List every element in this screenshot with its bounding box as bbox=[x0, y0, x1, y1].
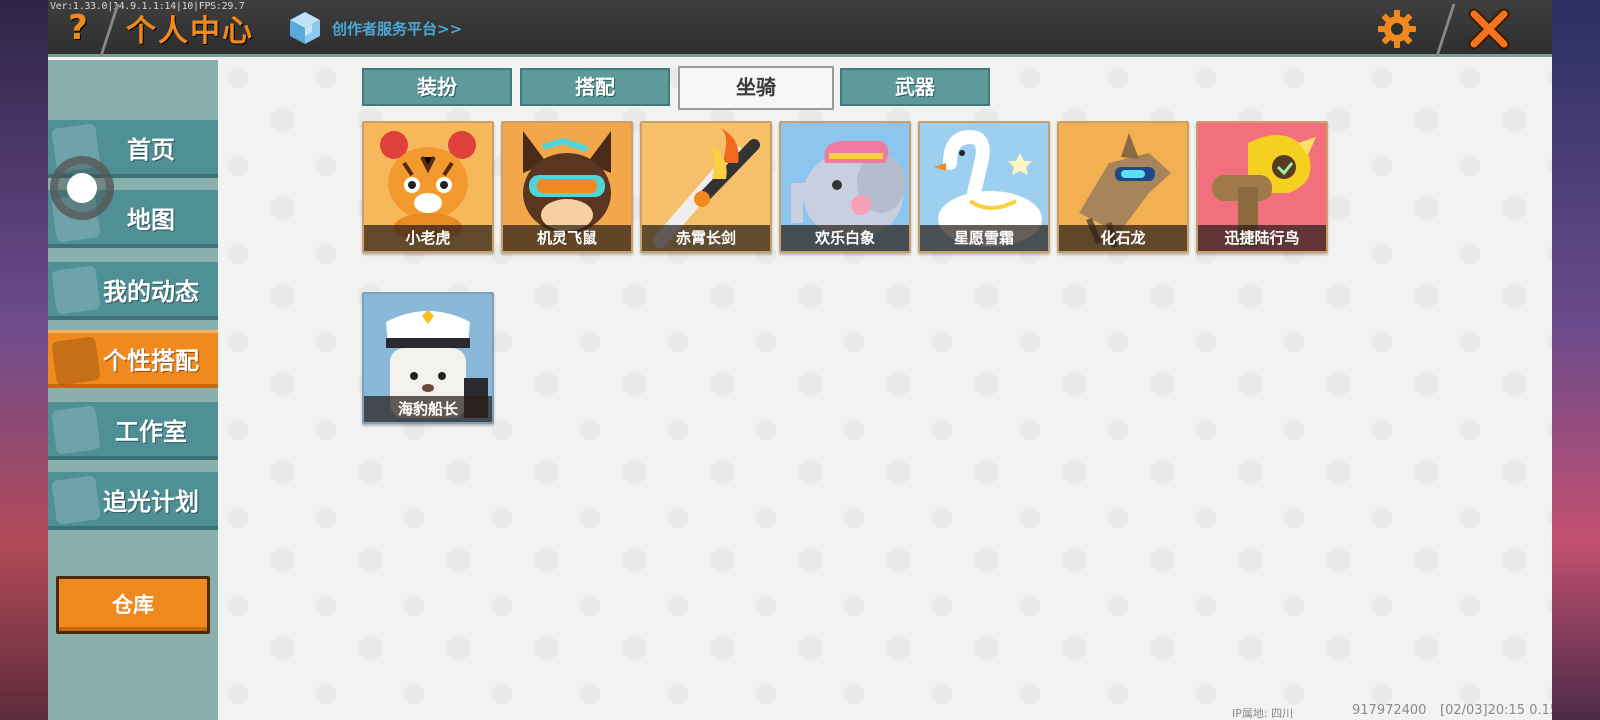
sidebar-item-label: 我的动态 bbox=[103, 277, 199, 306]
tab-weapon[interactable]: 武器 bbox=[840, 68, 990, 106]
background-right bbox=[1552, 0, 1600, 720]
tab-outfit[interactable]: 装扮 bbox=[362, 68, 512, 106]
mount-card[interactable]: 化石龙 bbox=[1057, 121, 1189, 253]
timestamp: [02/03]20:15 0.158 bbox=[1440, 703, 1552, 718]
tab-mount[interactable]: 坐骑 bbox=[678, 66, 834, 110]
mount-card[interactable]: 机灵飞鼠 bbox=[501, 121, 633, 253]
sidebar-item-studio[interactable]: 工作室 bbox=[48, 402, 218, 460]
creator-platform-link[interactable]: 创作者服务平台>> bbox=[332, 18, 462, 39]
mount-name: 化石龙 bbox=[1059, 225, 1187, 251]
content-area: 装扮 搭配 坐骑 武器 小老虎 机灵飞鼠 赤霄长剑 欢乐白象 星愿雪霜 化石龙 … bbox=[218, 60, 1552, 720]
mount-name: 赤霄长剑 bbox=[642, 225, 770, 251]
mount-name: 海豹船长 bbox=[364, 396, 492, 422]
mount-card[interactable]: 海豹船长 bbox=[362, 292, 494, 424]
user-id: 917972400 bbox=[1352, 703, 1427, 718]
ip-location: IP属地: 四川 bbox=[1232, 707, 1294, 720]
personal-center-panel: Ver:1.33.0|14.9.1.1:14|10|FPS:29.7 ? 个人中… bbox=[48, 0, 1552, 720]
sidebar-item-light-plan[interactable]: 追光计划 bbox=[48, 472, 218, 530]
cube-icon[interactable] bbox=[288, 10, 322, 46]
sidebar-item-outfit[interactable]: 个性搭配 bbox=[48, 330, 218, 388]
sidebar-item-label: 工作室 bbox=[115, 417, 187, 446]
mount-card[interactable]: 欢乐白象 bbox=[779, 121, 911, 253]
joystick-handle[interactable] bbox=[50, 156, 114, 220]
header-bar: Ver:1.33.0|14.9.1.1:14|10|FPS:29.7 ? 个人中… bbox=[48, 0, 1552, 57]
mount-name: 迅捷陆行鸟 bbox=[1198, 225, 1326, 251]
header-divider bbox=[1435, 4, 1456, 56]
mount-card[interactable]: 赤霄长剑 bbox=[640, 121, 772, 253]
mount-card[interactable]: 星愿雪霜 bbox=[918, 121, 1050, 253]
mount-name: 小老虎 bbox=[364, 225, 492, 251]
mount-name: 星愿雪霜 bbox=[920, 225, 1048, 251]
close-icon[interactable] bbox=[1466, 6, 1512, 52]
mount-card[interactable]: 迅捷陆行鸟 bbox=[1196, 121, 1328, 253]
mount-card[interactable]: 小老虎 bbox=[362, 121, 494, 253]
warehouse-button[interactable]: 仓库 bbox=[56, 576, 210, 634]
tab-combo[interactable]: 搭配 bbox=[520, 68, 670, 106]
sidebar-item-label: 个性搭配 bbox=[103, 347, 199, 375]
question-mark-icon[interactable]: ? bbox=[58, 8, 98, 48]
sidebar: 首页 地图 我的动态 个性搭配 工作室 追光计划 仓库 bbox=[48, 60, 218, 720]
mount-name: 欢乐白象 bbox=[781, 225, 909, 251]
sidebar-item-label: 追光计划 bbox=[103, 487, 199, 516]
background-left bbox=[0, 0, 48, 720]
sidebar-item-my-feed[interactable]: 我的动态 bbox=[48, 262, 218, 320]
gear-icon[interactable] bbox=[1376, 8, 1418, 50]
page-title: 个人中心 bbox=[126, 14, 254, 49]
sidebar-item-label: 首页 bbox=[127, 135, 175, 164]
mount-name: 机灵飞鼠 bbox=[503, 225, 631, 251]
